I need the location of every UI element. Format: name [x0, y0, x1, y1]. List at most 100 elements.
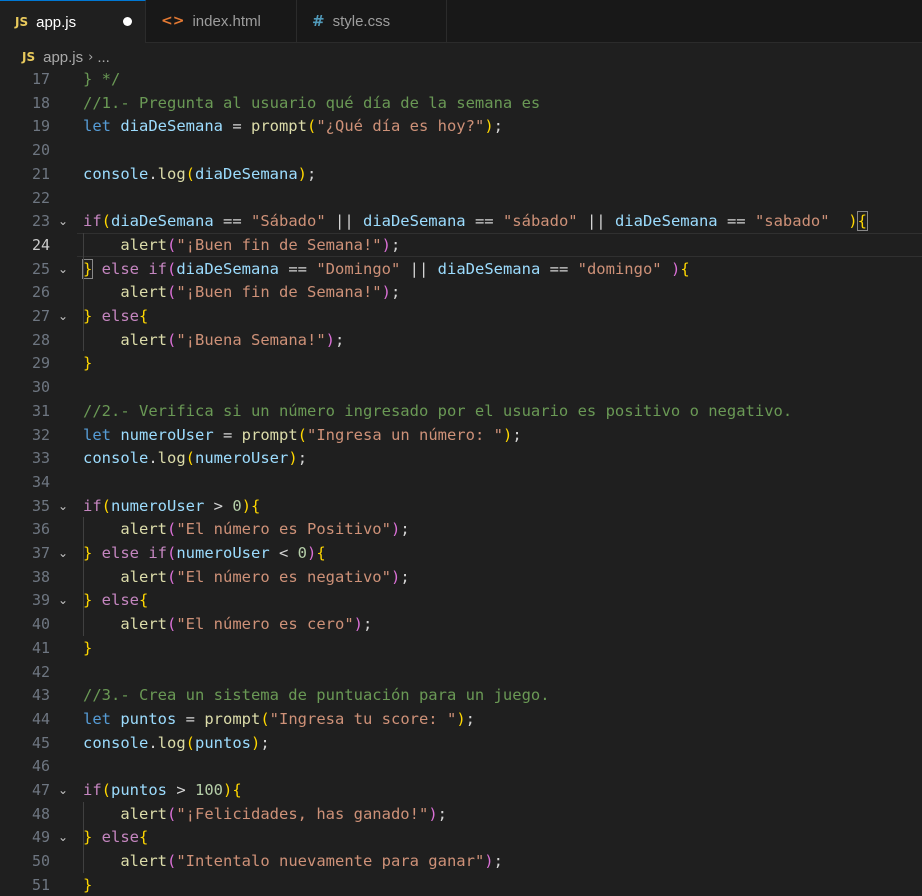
code-token: let	[83, 425, 121, 444]
fold-chevron-icon[interactable]: ⌄	[58, 588, 76, 612]
code-line[interactable]: 43 //3.- Crea un sistema de puntuación pa…	[0, 683, 922, 707]
code-line[interactable]: 44 let puntos = prompt("Ingresa tu score:…	[0, 707, 922, 731]
code-token: log	[157, 733, 186, 752]
code-token: )	[251, 733, 261, 752]
code-line[interactable]: 35 ⌄ if(numeroUser > 0){	[0, 494, 922, 518]
code-line[interactable]: 41}	[0, 636, 922, 660]
code-token: "¡Buena Semana!"	[176, 330, 326, 349]
code-token: "¡Buen fin de Semana!"	[176, 235, 382, 254]
code-line[interactable]: 28 alert("¡Buena Semana!");	[0, 328, 922, 352]
code-token: }	[83, 307, 93, 325]
code-line[interactable]: 46	[0, 754, 922, 778]
line-number: 51	[31, 875, 50, 894]
code-token: ;	[260, 733, 270, 752]
code-line[interactable]: 18 //1.- Pregunta al usuario qué día de l…	[0, 91, 922, 115]
indent-guide	[83, 801, 84, 873]
code-line[interactable]: 51}	[0, 873, 922, 896]
code-token: )	[456, 709, 466, 728]
code-token: ==	[213, 212, 251, 231]
code-text: let numeroUser = prompt("Ingresa un núme…	[83, 423, 522, 447]
code-token: "sábado"	[502, 212, 578, 231]
code-line[interactable]: 42	[0, 660, 922, 684]
tab-app-js[interactable]: JS app.js	[0, 0, 146, 43]
code-line[interactable]: 30	[0, 375, 922, 399]
code-line[interactable]: 34	[0, 470, 922, 494]
code-token: (	[167, 567, 177, 586]
code-line[interactable]: 36 alert("El número es Positivo");	[0, 517, 922, 541]
line-number: 46	[31, 757, 50, 776]
code-text: console.log(diaDeSemana);	[83, 162, 316, 186]
code-line[interactable]: 32 let numeroUser = prompt("Ingresa un nú…	[0, 423, 922, 447]
code-line[interactable]: 26 alert("¡Buen fin de Semana!");	[0, 280, 922, 304]
fold-chevron-icon[interactable]: ⌄	[58, 304, 76, 328]
code-line[interactable]: 40 alert("El número es cero");	[0, 612, 922, 636]
tab-label: index.html	[192, 12, 261, 30]
tab-index-html[interactable]: <> index.html	[146, 0, 297, 42]
code-text: alert("El número es Positivo");	[83, 517, 409, 541]
code-line[interactable]: 37 ⌄} else if(numeroUser < 0){	[0, 541, 922, 565]
code-token: }	[83, 544, 93, 562]
code-line[interactable]: 49 ⌄} else{	[0, 825, 922, 849]
code-token: "El número es negativo"	[176, 567, 391, 586]
code-line[interactable]: 47 ⌄ if(puntos > 100){	[0, 778, 922, 802]
code-token: (	[167, 259, 177, 278]
code-line[interactable]: 25 ⌄} else if(diaDeSemana == "Domingo" ||…	[0, 257, 922, 281]
code-text: alert("¡Buena Semana!");	[83, 328, 344, 352]
code-text: }	[83, 873, 92, 896]
code-text: } else if(diaDeSemana == "Domingo" || di…	[81, 257, 690, 281]
code-token: else	[92, 591, 140, 610]
code-editor[interactable]: 17} */ 18 //1.- Pregunta al usuario qué dí…	[0, 71, 922, 896]
code-token: diaDeSemana	[111, 212, 214, 231]
fold-chevron-icon[interactable]: ⌄	[58, 494, 76, 518]
code-line[interactable]: 45 console.log(puntos);	[0, 731, 922, 755]
code-token: )	[390, 520, 401, 539]
code-line[interactable]: 38 alert("El número es negativo");	[0, 565, 922, 589]
line-number: 31	[31, 401, 50, 420]
code-line[interactable]: 22	[0, 186, 922, 210]
code-text: //3.- Crea un sistema de puntuación para…	[83, 683, 550, 707]
code-token: )	[241, 496, 252, 515]
code-token: else	[92, 307, 140, 325]
code-line[interactable]: 21 console.log(diaDeSemana);	[0, 162, 922, 186]
code-line[interactable]: 29}	[0, 351, 922, 375]
fold-chevron-icon[interactable]: ⌄	[58, 541, 76, 565]
unsaved-changes-dot-icon[interactable]	[123, 17, 132, 26]
line-number: 45	[31, 733, 50, 752]
code-line[interactable]: 39 ⌄} else{	[0, 588, 922, 612]
code-text: alert("¡Felicidades, has ganado!");	[83, 802, 447, 826]
code-line[interactable]: 24 alert("¡Buen fin de Semana!");	[0, 233, 922, 257]
line-number: 35	[31, 496, 50, 515]
code-token: (	[167, 804, 177, 823]
code-token: }	[81, 258, 94, 279]
code-line[interactable]: 23 ⌄ if(diaDeSemana == "Sábado" || diaDeSe…	[0, 209, 922, 233]
breadcrumb-file[interactable]: app.js	[43, 49, 83, 66]
fold-chevron-icon[interactable]: ⌄	[58, 778, 76, 802]
breadcrumb-symbols[interactable]: ...	[97, 49, 110, 66]
code-line[interactable]: 20	[0, 138, 922, 162]
tab-style-css[interactable]: # style.css	[297, 0, 447, 42]
code-line[interactable]: 17} */	[0, 71, 922, 91]
code-token: {	[316, 544, 326, 562]
fold-chevron-icon[interactable]: ⌄	[58, 209, 76, 233]
code-line[interactable]: 27 ⌄} else{	[0, 304, 922, 328]
code-token: )	[670, 259, 681, 278]
code-token: (	[185, 164, 196, 183]
code-token: ==	[465, 212, 503, 231]
fold-chevron-icon[interactable]: ⌄	[58, 257, 76, 281]
code-line[interactable]: 48 alert("¡Felicidades, has ganado!");	[0, 802, 922, 826]
code-line[interactable]: 50 alert("Intentalo nuevamente para gana…	[0, 849, 922, 873]
code-line[interactable]: 19 let diaDeSemana = prompt("¿Qué día es …	[0, 114, 922, 138]
fold-chevron-icon[interactable]: ⌄	[58, 825, 76, 849]
code-token: "sabado"	[754, 212, 830, 231]
line-number: 21	[31, 164, 50, 183]
code-line[interactable]: 33 console.log(numeroUser);	[0, 446, 922, 470]
code-token: ||	[400, 259, 438, 278]
code-token: diaDeSemana	[176, 259, 279, 278]
javascript-file-icon: JS	[22, 50, 36, 64]
line-number: 25	[31, 259, 50, 278]
code-token: log	[157, 449, 186, 468]
code-line[interactable]: 31 //2.- Verifica si un número ingresado …	[0, 399, 922, 423]
code-token: )	[353, 615, 363, 634]
